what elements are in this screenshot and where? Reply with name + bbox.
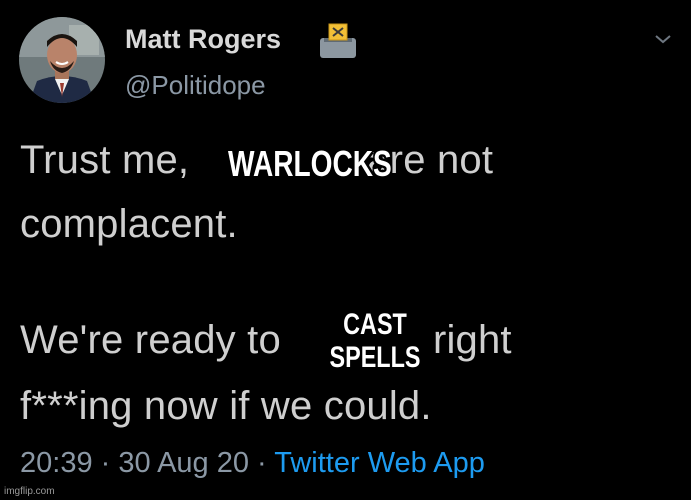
avatar[interactable] <box>19 17 105 103</box>
chevron-down-icon[interactable] <box>654 32 672 44</box>
tweet-text-line: complacent. <box>20 202 238 246</box>
tweet-date[interactable]: 30 Aug 20 <box>118 447 249 479</box>
tweet-time[interactable]: 20:39 <box>20 447 93 479</box>
author-display-name[interactable]: Matt Rogers <box>125 24 281 55</box>
tweet-meta: 20:39 · 30 Aug 20 · Twitter Web App <box>20 447 485 480</box>
tweet-text-fragment: right <box>432 318 512 362</box>
author-handle[interactable]: @Politidope <box>125 70 266 101</box>
meme-canvas: Matt Rogers @Politidope Trust me, are not… <box>0 0 691 500</box>
tweet-text-fragment: Trust me, <box>20 138 190 182</box>
meta-separator: · <box>249 447 275 479</box>
tweet-text-fragment: We're ready to <box>20 318 281 362</box>
tweet-text-line: f***ing now if we could. <box>20 384 432 428</box>
tweet-source-link[interactable]: Twitter Web App <box>274 447 485 479</box>
meme-caption-cast-spells: CAST SPELLS <box>317 308 434 374</box>
meme-caption-warlocks: WARLOCKS <box>228 143 392 184</box>
tweet-text-line: We're ready to right <box>20 318 512 363</box>
imgflip-watermark: imgflip.com <box>4 486 55 497</box>
avatar-photo <box>19 17 105 103</box>
ballot-box-icon <box>318 22 358 60</box>
meta-separator: · <box>92 447 119 479</box>
meme-caption-line: CAST <box>343 308 407 341</box>
meme-caption-line: SPELLS <box>329 341 421 374</box>
